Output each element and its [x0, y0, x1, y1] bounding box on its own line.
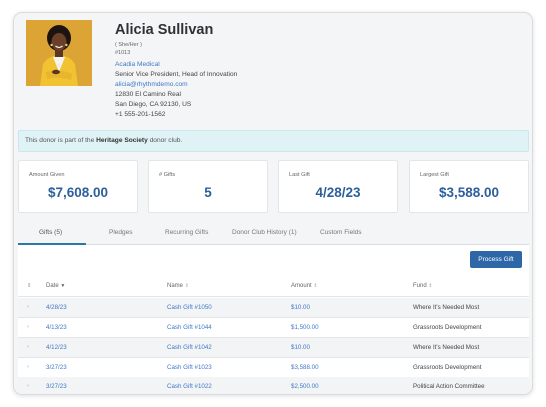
tab-recurring-gifts[interactable]: Recurring Gifts	[165, 229, 208, 236]
sort-icon: ⇕	[184, 283, 189, 289]
gift-date[interactable]: 4/28/23	[46, 304, 67, 311]
stat-value: 4/28/23	[315, 185, 361, 200]
sort-desc-icon: ▼	[60, 283, 66, 289]
banner-prefix: This donor is part of the	[25, 137, 97, 144]
email-link[interactable]: alicia@rhythmdemo.com	[115, 80, 188, 89]
tab-gifts[interactable]: Gifts (5)	[39, 229, 62, 236]
gift-name-link[interactable]: Cash Gift #1023	[167, 364, 212, 371]
donor-profile: Alicia Sullivan ( She/Her ) #1013 Acadia…	[26, 20, 522, 130]
column-header-name[interactable]: Name ⇕	[167, 283, 189, 289]
gift-amount[interactable]: $1,500.00	[291, 324, 319, 331]
gift-name-link[interactable]: Cash Gift #1044	[167, 324, 212, 331]
record-tabs: Gifts (5) Pledges Recurring Gifts Donor …	[18, 223, 529, 245]
gift-fund: Where It's Needed Most	[413, 304, 480, 311]
stat-value: $7,608.00	[47, 185, 109, 200]
organization-link[interactable]: Acadia Medical	[115, 60, 160, 69]
chevron-right-icon[interactable]: ›	[27, 383, 29, 389]
donor-record-card: Alicia Sullivan ( She/Her ) #1013 Acadia…	[13, 12, 533, 395]
chevron-right-icon[interactable]: ›	[27, 344, 29, 350]
job-title: Senior Vice President, Head of Innovatio…	[115, 71, 238, 78]
sort-icon: ⇕	[313, 283, 318, 289]
donor-club-banner: This donor is part of the Heritage Socie…	[18, 130, 529, 152]
address-line-1: 12830 El Camino Real	[115, 91, 181, 98]
table-row[interactable]: › 4/13/23 Cash Gift #1044 $1,500.00 Gras…	[18, 318, 529, 338]
stat-label: Largest Gift	[420, 172, 449, 178]
column-header-date[interactable]: Date ▼	[46, 283, 65, 289]
stat-label: Last Gift	[289, 172, 310, 178]
phone-number: +1 555-201-1562	[115, 111, 166, 118]
sort-icon: ⇕	[428, 283, 433, 289]
sort-icon[interactable]: ⇕	[27, 283, 32, 289]
table-header: ⇕ Date ▼ Name ⇕ Amount ⇕ Fund ⇕	[18, 277, 529, 297]
table-row[interactable]: › 3/27/23 Cash Gift #1022 $2,500.00 Poli…	[18, 377, 529, 394]
tab-donor-club-history[interactable]: Donor Club History (1)	[232, 229, 297, 236]
table-row[interactable]: › 4/28/23 Cash Gift #1050 $10.00 Where I…	[18, 298, 529, 318]
stat-value: 5	[204, 185, 212, 200]
chevron-right-icon[interactable]: ›	[27, 304, 29, 310]
donor-id: #1013	[115, 50, 131, 56]
stat-amount-given: Amount Given $7,608.00	[18, 160, 138, 213]
banner-club-name: Heritage Society	[96, 137, 148, 144]
gift-amount[interactable]: $10.00	[291, 304, 310, 311]
gift-fund: Grassroots Development	[413, 364, 482, 371]
gift-name-link[interactable]: Cash Gift #1022	[167, 383, 212, 390]
gift-name-link[interactable]: Cash Gift #1050	[167, 304, 212, 311]
gift-date[interactable]: 3/27/23	[46, 383, 67, 390]
stat-value: $3,588.00	[438, 185, 500, 200]
process-gift-button[interactable]: Process Gift	[470, 251, 522, 268]
stat-label: # Gifts	[159, 172, 176, 178]
table-row[interactable]: › 4/12/23 Cash Gift #1042 $10.00 Where I…	[18, 338, 529, 358]
gift-fund: Grassroots Development	[413, 324, 482, 331]
tab-pledges[interactable]: Pledges	[109, 229, 133, 236]
gift-amount[interactable]: $2,500.00	[291, 383, 319, 390]
donor-photo	[26, 20, 92, 86]
donor-name: Alicia Sullivan	[115, 22, 214, 38]
gift-date[interactable]: 4/13/23	[46, 324, 67, 331]
column-header-amount[interactable]: Amount ⇕	[291, 283, 318, 289]
donor-pronouns: ( She/Her )	[115, 42, 142, 48]
gift-date[interactable]: 4/12/23	[46, 344, 67, 351]
stat-gift-count: # Gifts 5	[148, 160, 268, 213]
gift-name-link[interactable]: Cash Gift #1042	[167, 344, 212, 351]
address-line-2: San Diego, CA 92130, US	[115, 101, 192, 108]
gift-fund: Political Action Committee	[413, 383, 485, 390]
gift-date[interactable]: 3/27/23	[46, 364, 67, 371]
stat-largest-gift: Largest Gift $3,588.00	[409, 160, 529, 213]
gift-amount[interactable]: $3,588.00	[291, 364, 319, 371]
stat-label: Amount Given	[29, 172, 65, 178]
chevron-right-icon[interactable]: ›	[27, 324, 29, 330]
column-header-fund[interactable]: Fund ⇕	[413, 283, 433, 289]
gift-fund: Where It's Needed Most	[413, 344, 480, 351]
banner-suffix: donor club.	[147, 137, 183, 144]
table-row[interactable]: › 3/27/23 Cash Gift #1023 $3,588.00 Gras…	[18, 358, 529, 378]
gift-amount[interactable]: $10.00	[291, 344, 310, 351]
stat-last-gift: Last Gift 4/28/23	[278, 160, 398, 213]
chevron-right-icon[interactable]: ›	[27, 364, 29, 370]
tab-custom-fields[interactable]: Custom Fields	[320, 229, 362, 236]
gifts-panel: Process Gift ⇕ Date ▼ Name ⇕ Amount ⇕ Fu…	[18, 245, 529, 394]
